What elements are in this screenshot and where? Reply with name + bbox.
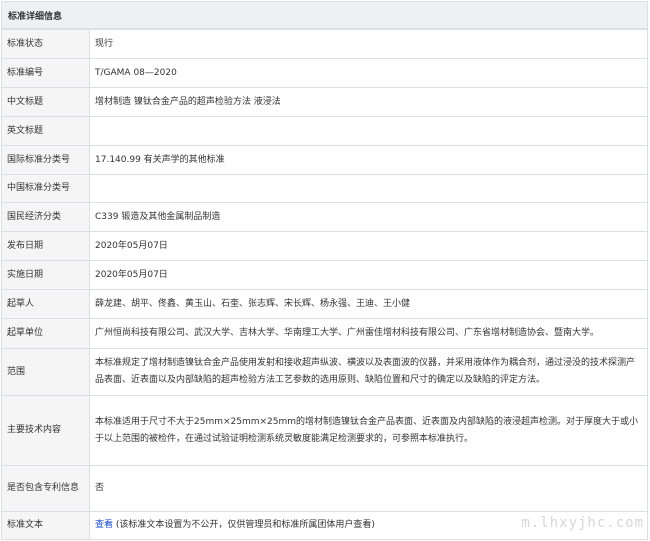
row-value-drafting-units: 广州恒尚科技有限公司、武汉大学、吉林大学、华南理工大学、广州雷佳增材科技有限公司… — [89, 318, 648, 349]
row-label-main-content: 主要技术内容 — [1, 395, 90, 466]
row-label-drafters: 起草人 — [1, 289, 90, 319]
row-label-publish-date: 发布日期 — [1, 231, 90, 261]
row-label-status: 标准状态 — [1, 29, 90, 59]
row-label-cn-title: 中文标题 — [1, 87, 90, 117]
table-row: 是否包含专利信息 否 — [1, 465, 648, 512]
row-value-ccs — [89, 174, 648, 203]
row-value-status: 现行 — [89, 29, 648, 59]
table-row: 主要技术内容 本标准适用于尺寸不大于25mm×25mm×25mm的增材制造镍钛合… — [1, 395, 648, 466]
watermark: m.lhxyjhc.com — [521, 515, 644, 531]
row-label-scope: 范围 — [1, 348, 90, 396]
table-row: 标准状态 现行 — [1, 29, 648, 59]
row-value-scope: 本标准规定了增材制造镍钛合金产品使用发射和接收超声纵波、横波以及表面波的仪器，并… — [89, 348, 648, 396]
row-label-economy: 国民经济分类 — [1, 202, 90, 232]
standard-detail-panel: 标准详细信息 标准状态 现行 标准编号 T/GAMA 08—2020 中文标题 … — [1, 1, 648, 540]
row-label-ics: 国际标准分类号 — [1, 145, 90, 175]
row-label-effective-date: 实施日期 — [1, 260, 90, 290]
row-value-main-content: 本标准适用于尺寸不大于25mm×25mm×25mm的增材制造镍钛合金产品表面、近… — [89, 395, 648, 466]
table-row: 实施日期 2020年05月07日 — [1, 260, 648, 290]
row-value-drafters: 薛龙建、胡平、佟鑫、黄玉山、石奎、张志辉、宋长辉、杨永强、王迪、王小健 — [89, 289, 648, 319]
table-row: 中国标准分类号 — [1, 174, 648, 203]
row-label-en-title: 英文标题 — [1, 116, 90, 146]
text-access-note: (该标准文本设置为不公开，仅供管理员和标准所属团体用户查看) — [115, 520, 375, 530]
row-value-patent: 否 — [89, 465, 648, 512]
row-label-text: 标准文本 — [1, 511, 90, 540]
table-row: 英文标题 — [1, 116, 648, 146]
row-value-effective-date: 2020年05月07日 — [89, 260, 648, 290]
table-row: 中文标题 增材制造 镍钛合金产品的超声检验方法 液浸法 — [1, 87, 648, 117]
row-value-cn-title: 增材制造 镍钛合金产品的超声检验方法 液浸法 — [89, 87, 648, 117]
row-label-drafting-units: 起草单位 — [1, 318, 90, 349]
table-row: 发布日期 2020年05月07日 — [1, 231, 648, 261]
table-row: 标准编号 T/GAMA 08—2020 — [1, 58, 648, 88]
table-row: 国民经济分类 C339 锻造及其他金属制品制造 — [1, 202, 648, 232]
table-row: 起草人 薛龙建、胡平、佟鑫、黄玉山、石奎、张志辉、宋长辉、杨永强、王迪、王小健 — [1, 289, 648, 319]
row-label-ccs: 中国标准分类号 — [1, 174, 90, 203]
row-value-publish-date: 2020年05月07日 — [89, 231, 648, 261]
row-value-ics: 17.140.99 有关声学的其他标准 — [89, 145, 648, 175]
row-value-economy: C339 锻造及其他金属制品制造 — [89, 202, 648, 232]
view-text-link[interactable]: 查看 — [95, 520, 113, 530]
row-value-en-title — [89, 116, 648, 146]
row-value-number: T/GAMA 08—2020 — [89, 58, 648, 88]
panel-title: 标准详细信息 — [1, 1, 648, 29]
row-label-number: 标准编号 — [1, 58, 90, 88]
table-row: 起草单位 广州恒尚科技有限公司、武汉大学、吉林大学、华南理工大学、广州雷佳增材科… — [1, 318, 648, 349]
row-label-patent: 是否包含专利信息 — [1, 465, 90, 512]
table-row: 范围 本标准规定了增材制造镍钛合金产品使用发射和接收超声纵波、横波以及表面波的仪… — [1, 348, 648, 396]
table-row: 国际标准分类号 17.140.99 有关声学的其他标准 — [1, 145, 648, 175]
detail-table: 标准状态 现行 标准编号 T/GAMA 08—2020 中文标题 增材制造 镍钛… — [1, 29, 648, 540]
